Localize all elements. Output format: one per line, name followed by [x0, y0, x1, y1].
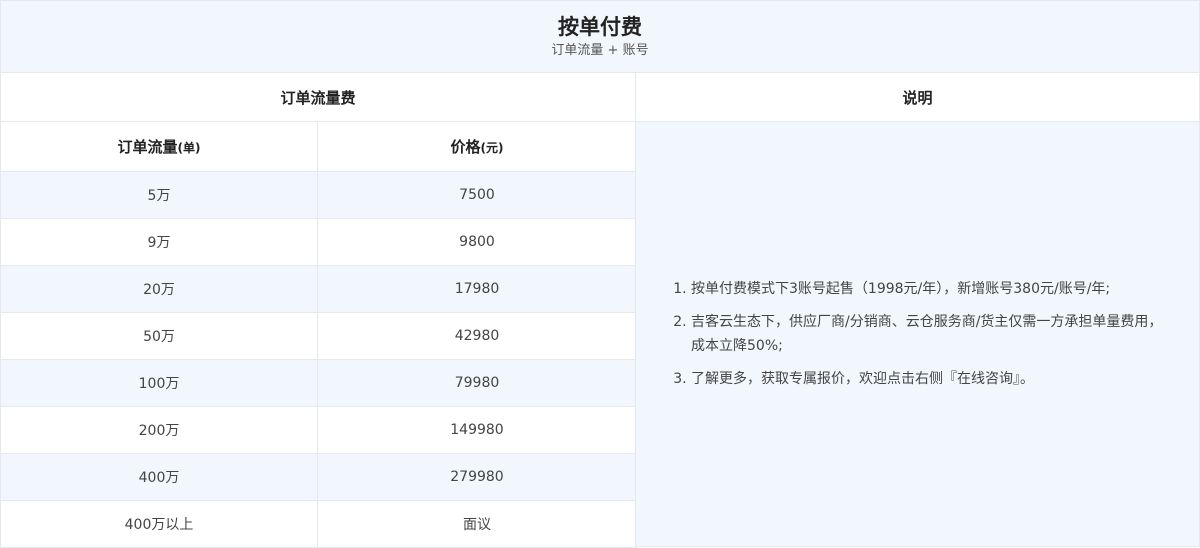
notes-list: 按单付费模式下3账号起售（1998元/年），新增账号380元/账号/年; 吉客云… [636, 277, 1199, 391]
table-row: 20万 17980 [0, 265, 637, 313]
column-header-unit: (元) [480, 141, 504, 155]
volume-cell: 20万 [0, 265, 318, 313]
table-row: 9万 9800 [0, 218, 637, 266]
volume-cell: 50万 [0, 312, 318, 360]
volume-cell: 400万以上 [0, 500, 318, 548]
volume-cell: 400万 [0, 453, 318, 501]
price-cell: 42980 [317, 312, 637, 360]
fee-table-header-row: 订单流量(单) 价格(元) [0, 121, 637, 172]
note-item: 按单付费模式下3账号起售（1998元/年），新增账号380元/账号/年; [691, 277, 1169, 301]
column-header-label: 价格 [450, 138, 481, 156]
price-cell: 17980 [317, 265, 637, 313]
notes-section-heading: 说明 [635, 72, 1200, 122]
table-row: 5万 7500 [0, 171, 637, 219]
price-cell: 149980 [317, 406, 637, 454]
price-cell: 7500 [317, 171, 637, 219]
note-item: 了解更多，获取专属报价，欢迎点击右侧『在线咨询』。 [691, 367, 1169, 391]
pricing-panel: 按单付费 订单流量 + 账号 订单流量费 说明 订单流量(单) 价格(元) 5万… [0, 0, 1200, 548]
table-row: 400万以上 面议 [0, 500, 637, 548]
volume-cell: 200万 [0, 406, 318, 454]
column-header-volume: 订单流量(单) [0, 121, 318, 172]
column-header-label: 订单流量 [117, 138, 178, 156]
table-row: 100万 79980 [0, 359, 637, 407]
fee-section-heading: 订单流量费 [0, 72, 636, 122]
column-header-price: 价格(元) [317, 121, 637, 172]
notes-panel: 按单付费模式下3账号起售（1998元/年），新增账号380元/账号/年; 吉客云… [635, 121, 1200, 547]
plan-subtitle: 订单流量 + 账号 [551, 43, 649, 58]
volume-cell: 5万 [0, 171, 318, 219]
volume-cell: 100万 [0, 359, 318, 407]
price-cell: 面议 [317, 500, 637, 548]
volume-cell: 9万 [0, 218, 318, 266]
table-row: 200万 149980 [0, 406, 637, 454]
pricing-header: 按单付费 订单流量 + 账号 [0, 0, 1200, 73]
fee-table: 订单流量(单) 价格(元) 5万 7500 9万 9800 20万 17980 … [0, 121, 637, 548]
note-item: 吉客云生态下，供应厂商/分销商、云仓服务商/货主仅需一方承担单量费用，成本立降5… [691, 310, 1169, 358]
table-row: 50万 42980 [0, 312, 637, 360]
price-cell: 79980 [317, 359, 637, 407]
price-cell: 279980 [317, 453, 637, 501]
column-header-unit: (单) [177, 141, 201, 155]
table-row: 400万 279980 [0, 453, 637, 501]
plan-title: 按单付费 [558, 15, 642, 39]
price-cell: 9800 [317, 218, 637, 266]
